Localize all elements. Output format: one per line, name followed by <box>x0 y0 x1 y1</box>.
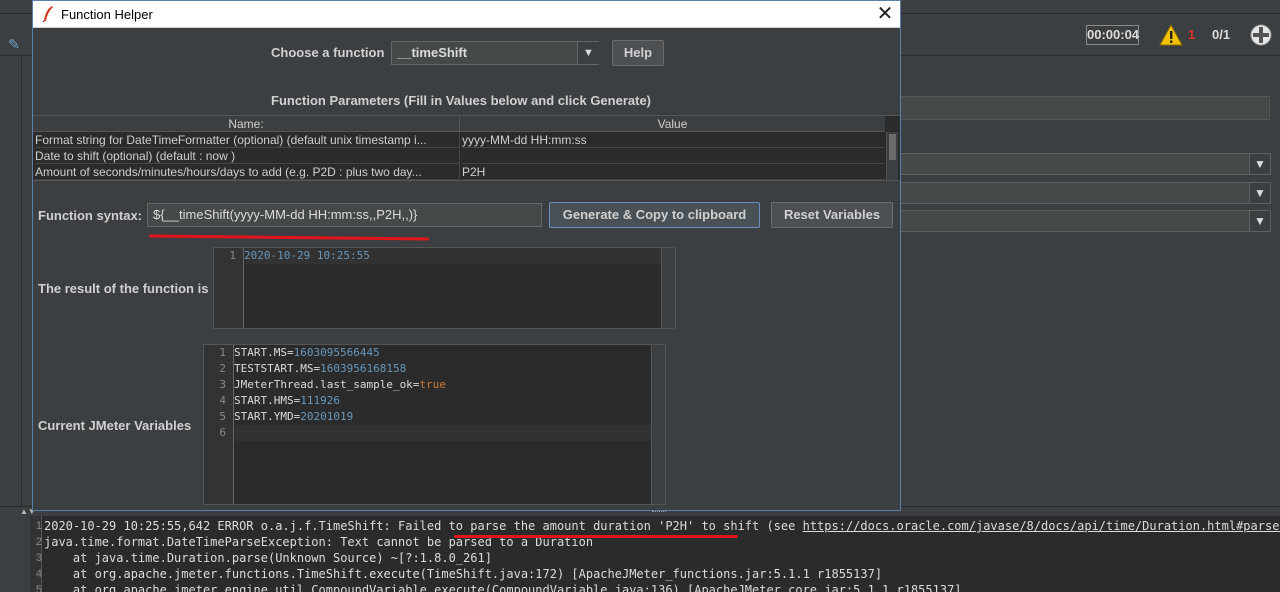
result-editor[interactable]: 1 2020-10-29 10:25:55 <box>213 247 676 329</box>
log-line-number: 3 <box>35 552 42 564</box>
log-text: 2020-10-29 10:25:55,642 ERROR o.a.j.f.Ti… <box>44 519 803 533</box>
dialog-title: Function Helper <box>61 7 153 22</box>
background-field <box>900 96 1270 120</box>
chevron-down-icon[interactable]: ▼ <box>1249 210 1271 232</box>
line-number: 3 <box>219 378 226 391</box>
chevron-down-icon[interactable]: ▼ <box>1249 182 1271 204</box>
log-line-number: 2 <box>35 536 42 548</box>
function-select-value: __timeShift <box>397 45 468 60</box>
log-line: at java.time.Duration.parse(Unknown Sour… <box>44 551 492 565</box>
test-plan-tree-edge <box>0 56 22 506</box>
reset-variables-button[interactable]: Reset Variables <box>771 202 893 228</box>
line-number: 5 <box>219 410 226 423</box>
function-select[interactable]: __timeShift ▼ <box>391 41 599 65</box>
param-value-cell[interactable] <box>462 148 885 164</box>
log-line-number: 4 <box>35 568 42 580</box>
line-number: 1 <box>219 346 226 359</box>
elapsed-timer: 00:00:04 <box>1086 25 1139 45</box>
background-combo[interactable] <box>900 153 1256 175</box>
scrollbar-thumb[interactable] <box>889 134 896 160</box>
function-syntax-field[interactable]: ${__timeShift(yyyy-MM-dd HH:mm:ss,,P2H,,… <box>147 203 542 227</box>
variable-value: 20201019 <box>300 410 354 423</box>
current-line-highlight <box>235 425 651 441</box>
generate-copy-button[interactable]: Generate & Copy to clipboard <box>549 202 760 228</box>
param-value-cell[interactable]: P2H <box>462 164 885 180</box>
param-value-cell[interactable]: yyyy-MM-dd HH:mm:ss <box>462 132 885 148</box>
variable-key: TESTSTART.MS= <box>234 362 321 375</box>
column-header-value[interactable]: Value <box>460 116 885 132</box>
remote-start-icon[interactable] <box>1249 23 1273 47</box>
log-line-number: 5 <box>35 584 42 592</box>
docs-link[interactable]: https://docs.oracle.com/javase/8/docs/ap… <box>803 519 1280 533</box>
result-value: 2020-10-29 10:25:55 <box>244 249 370 262</box>
parameters-table[interactable]: Name: Value Format string for DateTimeFo… <box>33 115 900 181</box>
active-threads: 0/1 <box>1212 27 1231 42</box>
table-scrollbar[interactable] <box>886 132 898 180</box>
editor-scrollbar[interactable] <box>651 345 665 504</box>
chevron-down-icon[interactable]: ▼ <box>577 42 599 64</box>
annotation-underline <box>148 234 430 241</box>
log-line: at org.apache.jmeter.engine.util.Compoun… <box>44 583 962 592</box>
chevron-down-icon[interactable]: ▼ <box>1249 153 1271 175</box>
line-number: 4 <box>219 394 226 407</box>
variable-key: START.HMS= <box>234 394 301 407</box>
variable-line: START.MS=1603095566445 <box>234 345 380 361</box>
log-line: 2020-10-29 10:25:55,642 ERROR o.a.j.f.Ti… <box>44 518 1280 534</box>
variables-label: Current JMeter Variables <box>38 418 192 433</box>
background-combo[interactable] <box>900 210 1256 232</box>
error-count: 1 <box>1188 27 1196 42</box>
log-line: at org.apache.jmeter.functions.TimeShift… <box>44 567 883 581</box>
variable-value: 111926 <box>300 394 340 407</box>
variable-line: JMeterThread.last_sample_ok=true <box>234 377 446 393</box>
params-heading: Function Parameters (Fill in Values belo… <box>271 93 652 108</box>
dialog-title-bar[interactable]: Function Helper ✕ <box>33 1 900 28</box>
variable-key: JMeterThread.last_sample_ok= <box>234 378 420 391</box>
param-name-cell[interactable]: Amount of seconds/minutes/hours/days to … <box>35 164 460 180</box>
line-number: 6 <box>219 426 226 439</box>
help-button[interactable]: Help <box>612 40 664 66</box>
line-number: 1 <box>229 249 236 262</box>
column-header-name[interactable]: Name: <box>33 116 460 132</box>
result-label: The result of the function is <box>38 281 209 296</box>
variable-value: 1603956168158 <box>320 362 407 375</box>
variable-line: START.HMS=111926 <box>234 393 340 409</box>
variable-line: START.YMD=20201019 <box>234 409 353 425</box>
annotation-underline <box>454 535 738 538</box>
param-name-cell[interactable]: Format string for DateTimeFormatter (opt… <box>35 132 460 148</box>
variable-value: 1603095566445 <box>293 346 380 359</box>
editor-scrollbar[interactable] <box>661 248 675 328</box>
main-content-area <box>900 56 1280 506</box>
variable-key: START.MS= <box>234 346 294 359</box>
warning-icon[interactable] <box>1159 24 1183 46</box>
feather-icon <box>42 6 53 22</box>
variable-line: TESTSTART.MS=1603956168158 <box>234 361 406 377</box>
log-line-number: 1 <box>35 520 42 532</box>
edit-icon[interactable]: ✎ <box>8 36 26 54</box>
line-number: 2 <box>219 362 226 375</box>
param-name-cell[interactable]: Date to shift (optional) (default : now … <box>35 148 460 164</box>
choose-function-label: Choose a function <box>271 45 385 60</box>
close-icon[interactable]: ✕ <box>873 3 897 25</box>
function-syntax-label: Function syntax: <box>38 208 143 223</box>
background-combo[interactable] <box>900 182 1256 204</box>
variable-key: START.YMD= <box>234 410 301 423</box>
log-viewer[interactable]: 1 2 3 4 5 2020-10-29 10:25:55,642 ERROR … <box>30 516 1280 592</box>
variable-value: true <box>419 378 446 391</box>
variables-editor[interactable]: 1 2 3 4 5 6 START.MS=1603095566445 TESTS… <box>203 344 666 505</box>
function-helper-dialog: Function Helper ✕ Choose a function __ti… <box>32 0 901 511</box>
